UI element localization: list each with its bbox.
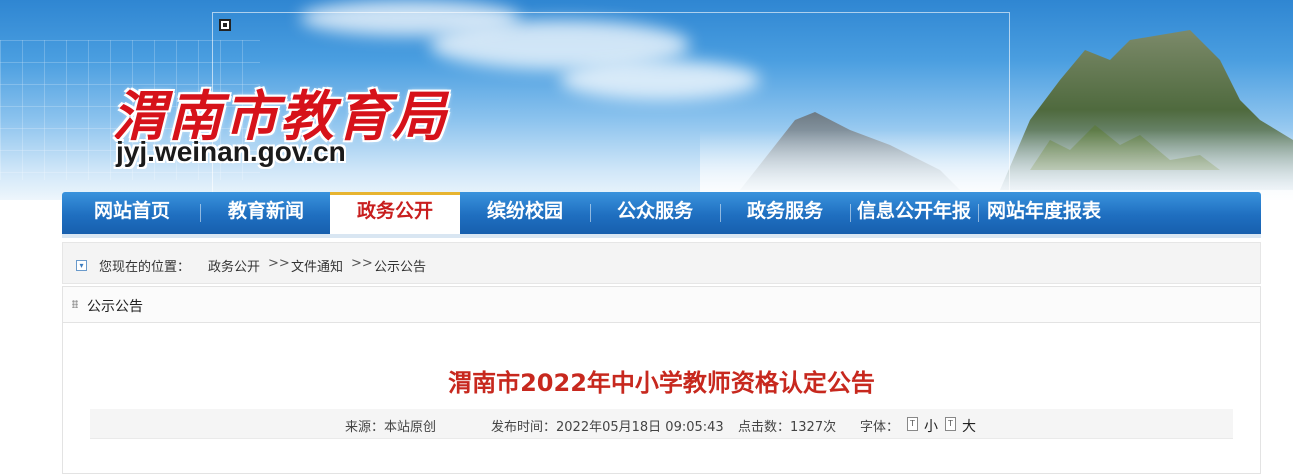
article-source: 来源：本站原创 (345, 420, 437, 435)
nav-separator (978, 204, 979, 222)
article-clicks: 点击数：1327次 (738, 420, 837, 435)
article-meta-bar: 来源：本站原创 发布时间：2022年05月18日 09:05:43 点击数：13… (90, 409, 1233, 439)
article-title: 渭南市2022年中小学教师资格认定公告 (448, 369, 875, 397)
nav-item-government-affairs[interactable]: 政务公开 (330, 192, 460, 234)
panel-header: 公示公告 (63, 287, 1260, 323)
nav-item-annual-report[interactable]: 信息公开年报 (850, 192, 978, 234)
nav-bottom-border (62, 234, 1261, 238)
breadcrumb-separator: >> (351, 256, 373, 271)
dots-icon (72, 300, 78, 308)
nav-item-campus[interactable]: 缤纷校园 (460, 192, 590, 234)
breadcrumb: ▾ 您现在的位置： 政务公开 >> 文件通知 >> 公示公告 (62, 242, 1261, 284)
breadcrumb-link-notices[interactable]: 文件通知 (291, 256, 343, 275)
location-icon: ▾ (76, 260, 87, 271)
header-banner: 渭南市教育局 jyj.weinan.gov.cn (0, 0, 1293, 200)
panel-title: 公示公告 (87, 299, 143, 315)
breadcrumb-link-announcements[interactable]: 公示公告 (374, 256, 426, 275)
site-url: jyj.weinan.gov.cn (116, 136, 346, 167)
breadcrumb-separator: >> (268, 256, 290, 271)
breadcrumb-prefix: 您现在的位置： (99, 260, 191, 275)
nav-item-home[interactable]: 网站首页 (62, 192, 202, 234)
nav-item-education-news[interactable]: 教育新闻 (202, 192, 330, 234)
article-publish-time: 发布时间：2022年05月18日 09:05:43 (491, 420, 724, 435)
nav-item-government-service[interactable]: 政务服务 (720, 192, 850, 234)
nav-item-website-report[interactable]: 网站年度报表 (980, 192, 1108, 234)
font-size-label: 字体： (860, 420, 900, 435)
font-large-icon[interactable]: T (945, 417, 956, 431)
main-nav: 网站首页 教育新闻 政务公开 缤纷校园 公众服务 政务服务 信息公开年报 网站年… (62, 192, 1261, 234)
content-panel: 公示公告 渭南市2022年中小学教师资格认定公告 来源：本站原创 发布时间：20… (62, 286, 1261, 474)
nav-separator (200, 204, 201, 222)
font-large-button[interactable]: 大 (962, 416, 976, 436)
nav-item-public-service[interactable]: 公众服务 (590, 192, 720, 234)
font-small-icon[interactable]: T (907, 417, 918, 431)
breadcrumb-link-government-affairs[interactable]: 政务公开 (208, 256, 260, 275)
frame-handle-icon[interactable] (219, 19, 231, 31)
font-small-button[interactable]: 小 (924, 416, 938, 436)
